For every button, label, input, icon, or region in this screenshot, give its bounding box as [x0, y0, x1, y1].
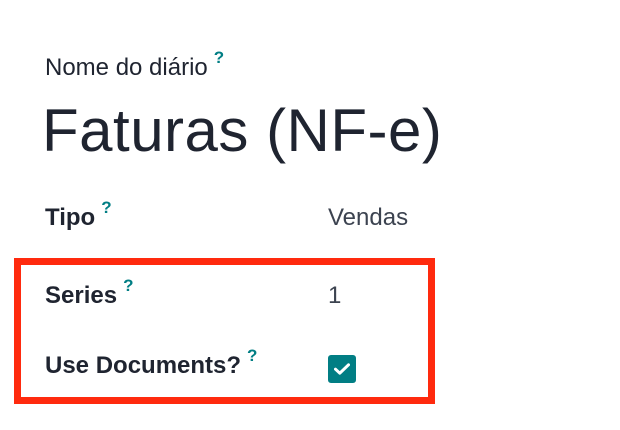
tipo-value[interactable]: Vendas [328, 204, 408, 232]
series-label-text: Series [45, 282, 118, 309]
use-documents-label: Use Documents?? [45, 346, 257, 380]
use-documents-checkbox[interactable] [328, 355, 356, 383]
use-documents-label-text: Use Documents? [45, 352, 242, 379]
highlight-annotation-box [14, 258, 435, 404]
help-question-icon[interactable]: ? [214, 48, 224, 67]
journal-name-label: Nome do diário? [45, 48, 224, 82]
journal-title-field[interactable]: Faturas (NF-e) [42, 96, 442, 165]
help-question-icon[interactable]: ? [123, 276, 133, 295]
series-label: Series? [45, 276, 133, 310]
checkmark-icon [334, 363, 350, 375]
journal-name-label-text: Nome do diário [45, 54, 208, 81]
help-question-icon[interactable]: ? [101, 198, 111, 217]
help-question-icon[interactable]: ? [247, 346, 257, 365]
tipo-label: Tipo? [45, 198, 112, 232]
series-value[interactable]: 1 [328, 282, 341, 310]
tipo-label-text: Tipo [45, 204, 96, 231]
